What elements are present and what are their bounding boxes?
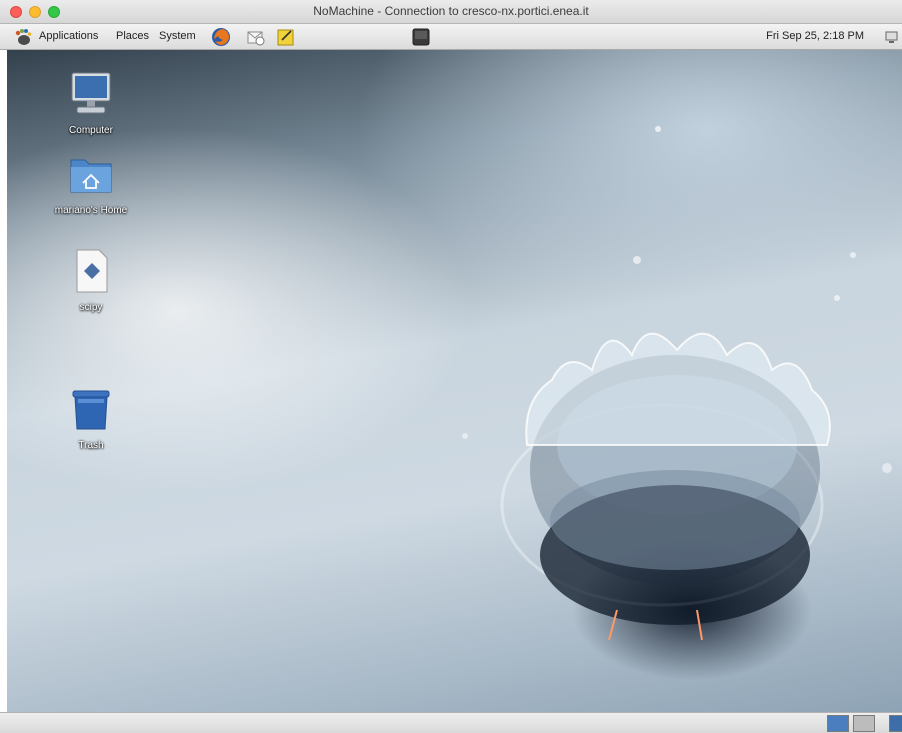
applications-menu[interactable]: Applications <box>39 30 98 42</box>
window-title: NoMachine - Connection to cresco-nx.port… <box>313 4 589 18</box>
desktop-icon-scipy[interactable]: scipy <box>46 247 136 313</box>
desktop-icon-label: Trash <box>78 440 104 451</box>
home-folder-icon <box>70 159 112 193</box>
desktop-icon-trash[interactable]: Trash <box>46 385 136 451</box>
desktop-icon-home[interactable]: mariano's Home <box>46 150 136 216</box>
top-panel: Applications Places System Fri Sep 25, 2… <box>0 24 902 50</box>
desktop-icon-computer[interactable]: Computer <box>46 70 136 136</box>
network-icon[interactable] <box>884 29 900 45</box>
mail-icon[interactable] <box>246 27 266 47</box>
system-menu[interactable]: System <box>159 30 196 42</box>
desktop-icon-label: mariano's Home <box>54 205 128 216</box>
firefox-icon[interactable] <box>211 27 231 47</box>
computer-icon <box>71 72 111 114</box>
show-desktop-button[interactable] <box>889 715 902 732</box>
bottom-panel <box>0 712 902 733</box>
workspace-switcher-1[interactable] <box>827 715 849 732</box>
water-drop-wallpaper <box>462 126 892 641</box>
document-icon <box>76 249 108 293</box>
desktop[interactable]: Computer mariano's Home scipy Trash <box>7 50 902 712</box>
notes-icon[interactable] <box>276 27 296 47</box>
window-titlebar: NoMachine - Connection to cresco-nx.port… <box>0 0 902 24</box>
clock[interactable]: Fri Sep 25, 2:18 PM <box>766 30 864 42</box>
trash-icon <box>72 390 110 430</box>
gnome-foot-icon <box>15 29 32 45</box>
workspace-switcher-2[interactable] <box>853 715 875 732</box>
terminal-icon[interactable] <box>412 28 430 46</box>
places-menu[interactable]: Places <box>116 30 149 42</box>
desktop-icon-label: scipy <box>79 302 103 313</box>
desktop-icon-label: Computer <box>69 125 113 136</box>
